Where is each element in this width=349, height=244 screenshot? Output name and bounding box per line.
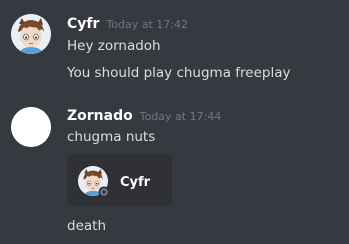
message-text: Hey zornadoh bbox=[67, 38, 161, 54]
cyfr-avatar[interactable] bbox=[11, 14, 51, 54]
user-embed-card[interactable]: Cyfr bbox=[67, 154, 172, 206]
offline-status-icon bbox=[98, 186, 110, 198]
message-header: Cyfr Today at 17:42 bbox=[67, 16, 188, 32]
message-text: You should play chugma freeplay bbox=[67, 65, 291, 81]
username[interactable]: Cyfr bbox=[67, 16, 99, 32]
message-text: death bbox=[67, 218, 106, 234]
embed-username[interactable]: Cyfr bbox=[120, 175, 150, 190]
timestamp: Today at 17:44 bbox=[139, 110, 222, 123]
message-group-cyfr: Cyfr Today at 17:42 Hey zornadoh You sho… bbox=[0, 0, 349, 95]
username[interactable]: Zornado bbox=[67, 108, 133, 124]
cartoon-character-avatar-icon bbox=[11, 14, 51, 54]
message-text: chugma nuts bbox=[67, 129, 156, 145]
white-circle-avatar-icon bbox=[11, 107, 51, 147]
timestamp: Today at 17:42 bbox=[106, 18, 188, 31]
embed-avatar[interactable] bbox=[78, 166, 110, 198]
zornado-avatar[interactable] bbox=[11, 107, 51, 147]
message-header: Zornado Today at 17:44 bbox=[67, 108, 221, 124]
message-group-zornado: Zornado Today at 17:44 chugma nuts death bbox=[0, 95, 349, 244]
